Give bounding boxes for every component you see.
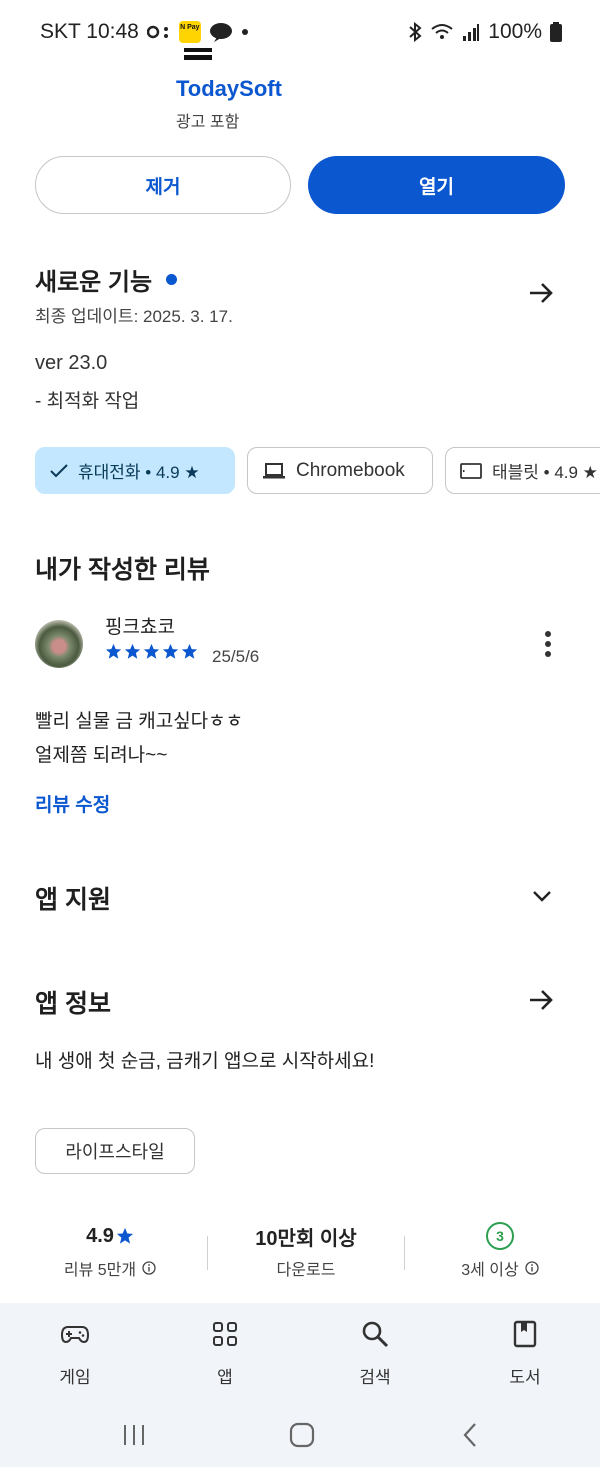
chip-phone[interactable]: 휴대전화 • 4.9 ★: [35, 447, 235, 494]
record-icon: [146, 25, 168, 39]
ads-label: 광고 포함: [176, 114, 240, 131]
dot-icon: [241, 29, 248, 35]
my-review-title: 내가 작성한 리뷰: [35, 556, 210, 584]
nav-games-label: 게임: [59, 1368, 91, 1387]
app-stats: 4.9 리뷰 5만개 10만회 이상 다운로드 3 3세 이상: [0, 1220, 600, 1290]
review-text-line-2: 얼제쯤 되려나~~: [35, 745, 168, 766]
recent-apps-icon[interactable]: [120, 1421, 148, 1449]
downloads-value: 10만회 이상: [255, 1227, 357, 1250]
book-icon: [513, 1320, 537, 1348]
developer-name[interactable]: TodaySoft: [176, 76, 282, 102]
signal-icon: [463, 24, 480, 41]
stat-divider: [404, 1236, 405, 1270]
apps-grid-icon: [213, 1322, 237, 1346]
chat-bubble-icon: [209, 23, 232, 42]
review-date: 25/5/6: [212, 647, 260, 666]
new-indicator-dot: [166, 274, 178, 285]
age-rating-badge: 3: [486, 1222, 514, 1250]
whats-new-title[interactable]: 새로운 기능: [35, 262, 178, 297]
tablet-icon: [460, 462, 482, 479]
star-icon: [116, 1227, 134, 1244]
rating-stars: [105, 643, 198, 660]
chip-tablet[interactable]: 태블릿 • 4.9 ★: [445, 447, 600, 494]
open-button[interactable]: 열기: [308, 156, 565, 214]
nav-search-label: 검색: [359, 1368, 391, 1387]
last-updated: 최종 업데이트: 2025. 3. 17.: [35, 307, 233, 326]
bluetooth-icon: [409, 22, 422, 42]
chip-tablet-label: 태블릿 • 4.9 ★: [492, 463, 598, 482]
rating-value: 4.9: [86, 1224, 114, 1247]
status-left: SKT 10:48 N Pay: [40, 20, 249, 44]
device-chips: 휴대전화 • 4.9 ★ Chromebook 태블릿 • 4.9 ★: [35, 447, 600, 494]
system-navigation-bar: [0, 1403, 600, 1467]
home-icon[interactable]: [288, 1421, 316, 1449]
stat-downloads: 10만회 이상 다운로드: [226, 1220, 386, 1280]
search-icon: [362, 1321, 389, 1348]
stat-divider: [207, 1236, 208, 1270]
star-icon: [124, 643, 141, 659]
battery-percent: 100%: [488, 20, 542, 43]
whats-new-arrow-icon[interactable]: [526, 278, 556, 308]
avatar: [35, 620, 83, 668]
downloads-label: 다운로드: [276, 1262, 336, 1279]
nav-search[interactable]: 검색: [325, 1319, 425, 1388]
category-chip[interactable]: 라이프스타일: [35, 1128, 195, 1174]
app-info-title[interactable]: 앱 정보: [35, 984, 111, 1020]
bottom-navigation: 게임 앱 검색 도서: [0, 1303, 600, 1403]
change-note: - 최적화 작업: [35, 391, 140, 412]
check-icon: [50, 463, 68, 477]
star-icon: [105, 643, 122, 659]
edit-review-link[interactable]: 리뷰 수정: [35, 790, 110, 817]
nav-books-label: 도서: [509, 1368, 541, 1387]
rating-count-label: 리뷰 5만개: [63, 1262, 137, 1279]
whats-new-title-text: 새로운 기능: [35, 269, 153, 296]
stat-rating[interactable]: 4.9 리뷰 5만개: [35, 1220, 185, 1280]
battery-icon: [550, 22, 562, 42]
uninstall-button[interactable]: 제거: [35, 156, 291, 214]
laptop-icon: [263, 462, 285, 478]
reviewer-name: 핑크쵸코: [105, 617, 175, 638]
nav-books[interactable]: 도서: [475, 1319, 575, 1388]
info-icon: [142, 1261, 156, 1275]
status-right: 100%: [408, 20, 562, 44]
app-title-fragment-icon: [184, 48, 212, 60]
stat-age-rating[interactable]: 3 3세 이상: [425, 1220, 575, 1280]
review-text-line-1: 빨리 실물 금 캐고싶다ㅎㅎ: [35, 711, 244, 732]
app-info-arrow-icon[interactable]: [526, 985, 556, 1015]
status-bar: SKT 10:48 N Pay 100%: [0, 0, 600, 64]
more-vert-icon[interactable]: [544, 630, 552, 658]
nav-games[interactable]: 게임: [25, 1319, 125, 1388]
star-icon: [181, 643, 198, 659]
nav-apps[interactable]: 앱: [175, 1319, 275, 1388]
age-rating-label: 3세 이상: [461, 1262, 519, 1279]
info-icon: [525, 1261, 539, 1275]
chip-phone-label: 휴대전화 • 4.9 ★: [78, 463, 200, 482]
wifi-icon: [431, 24, 453, 39]
chevron-down-icon[interactable]: [530, 884, 554, 908]
chip-chromebook[interactable]: Chromebook: [247, 447, 433, 494]
star-icon: [143, 643, 160, 659]
carrier-time: SKT 10:48: [40, 20, 139, 43]
back-icon[interactable]: [456, 1421, 484, 1449]
nav-apps-label: 앱: [217, 1368, 233, 1387]
chip-chromebook-label: Chromebook: [296, 459, 405, 481]
version-text: ver 23.0: [35, 352, 108, 374]
star-icon: [162, 643, 179, 659]
gamepad-icon: [60, 1326, 90, 1344]
app-description: 내 생애 첫 순금, 금캐기 앱으로 시작하세요!: [35, 1051, 375, 1072]
pay-badge: N Pay: [178, 21, 201, 43]
app-support-title[interactable]: 앱 지원: [35, 880, 111, 916]
